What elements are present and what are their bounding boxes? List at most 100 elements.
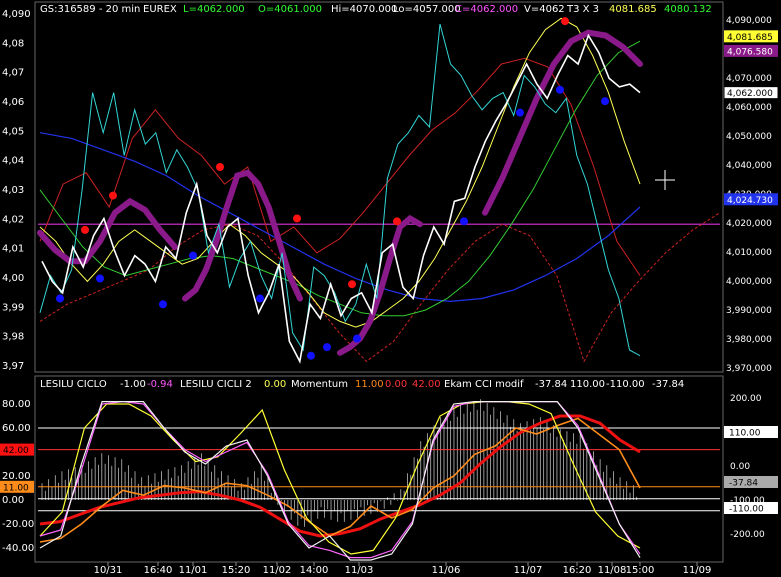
oscillator-y-right-tick: 200.00 bbox=[730, 394, 762, 404]
x-axis-label: 10/31 bbox=[94, 565, 123, 576]
open-label: O=4061.000 bbox=[258, 4, 322, 15]
price-y-right-tick: 4,070,000 bbox=[726, 74, 772, 84]
swing-low-dot bbox=[56, 294, 64, 303]
swing-high-dot bbox=[348, 280, 356, 289]
price-y-tick: 4,090 bbox=[2, 9, 31, 20]
swing-low-dot bbox=[159, 300, 167, 309]
price-y-right-tick: 4,060,000 bbox=[726, 103, 772, 113]
x-axis-label: 16:40 bbox=[144, 565, 173, 576]
price-y-tick: 4,02 bbox=[2, 214, 24, 225]
x-axis-label: 11/01 bbox=[179, 565, 208, 576]
cci-value-c: -110.00 bbox=[606, 379, 645, 390]
swing-high-dot bbox=[216, 162, 224, 171]
price-y-tick: 4,05 bbox=[2, 126, 24, 137]
price-y-tick: 4,08 bbox=[2, 38, 24, 49]
price-y-right-tick: 4,090,000 bbox=[726, 16, 772, 26]
swing-low-dot bbox=[96, 274, 104, 283]
x-axis-label: 11/07 bbox=[514, 565, 543, 576]
swing-low-dot bbox=[323, 343, 331, 352]
price-marker-label: 4,024.730 bbox=[727, 196, 773, 206]
swing-low-dot bbox=[556, 85, 564, 94]
volume-label: V=4062 bbox=[524, 4, 565, 15]
cci-value-a: -37.84 bbox=[535, 379, 567, 390]
price-y-tick: 4,00 bbox=[2, 273, 24, 284]
oscillator-y-tick: 60.00 bbox=[2, 423, 31, 434]
swing-high-dot bbox=[293, 214, 301, 223]
background bbox=[0, 0, 781, 577]
swing-low-dot bbox=[353, 334, 361, 343]
chart-canvas: GS:316589 - 20 min EUREX L=4062.000 O=40… bbox=[0, 0, 781, 577]
price-y-tick: 4,06 bbox=[2, 97, 24, 108]
momentum-value-a: 11.00 bbox=[355, 379, 384, 390]
swing-high-dot bbox=[81, 225, 89, 234]
momentum-value-c: 42.00 bbox=[412, 379, 441, 390]
price-y-tick: 4,04 bbox=[2, 156, 24, 167]
price-y-right-tick: 3,970,000 bbox=[726, 364, 772, 374]
price-y-right-tick: 3,980,000 bbox=[726, 335, 772, 345]
swing-high-dot bbox=[561, 17, 569, 26]
swing-high-dot bbox=[109, 191, 117, 200]
swing-low-dot bbox=[601, 97, 609, 106]
x-axis-label: 15:20 bbox=[222, 565, 251, 576]
oscillator-y-right-tick: 0.00 bbox=[730, 462, 750, 472]
price-y-right-tick: 4,050,000 bbox=[726, 132, 772, 142]
swing-low-dot bbox=[189, 251, 197, 260]
cci-label: Ekam CCI modif bbox=[444, 379, 524, 390]
price-y-right-tick: 4,040,000 bbox=[726, 161, 772, 171]
lesilu-cicli2-label: LESILU CICLI 2 bbox=[180, 379, 252, 390]
lesilu-cicli2-value: 0.00 bbox=[264, 379, 286, 390]
price-marker-label: 4,081.685 bbox=[727, 33, 773, 43]
momentum-value-b: 0.00 bbox=[385, 379, 407, 390]
oscillator-right-marker-label: -37.84 bbox=[729, 479, 758, 489]
lesilu-ciclo-value-a: -1.00 bbox=[120, 379, 146, 390]
price-y-right-tick: 3,990,000 bbox=[726, 306, 772, 316]
x-axis-label: 14:00 bbox=[300, 565, 329, 576]
cci-value-d: -37.84 bbox=[652, 379, 684, 390]
price-marker-label: 4,076.580 bbox=[727, 47, 773, 57]
price-y-right-tick: 4,010,000 bbox=[726, 248, 772, 258]
swing-low-dot bbox=[460, 217, 468, 226]
oscillator-y-tick: 20.00 bbox=[2, 471, 31, 482]
high-label: Hi=4070.000 bbox=[331, 4, 397, 15]
momentum-label: Momentum bbox=[291, 379, 348, 390]
price-y-tick: 4,01 bbox=[2, 244, 24, 255]
x-axis-label: 11/08 bbox=[598, 565, 627, 576]
oscillator-right-marker-label: 110.00 bbox=[729, 429, 761, 439]
x-axis-label: 11/03 bbox=[345, 565, 374, 576]
t3-value-2: 4080.132 bbox=[664, 4, 712, 15]
x-axis-label: 11/09 bbox=[683, 565, 712, 576]
oscillator-header: LESILU CICLO -1.00 -0.94 LESILU CICLI 2 … bbox=[40, 379, 684, 390]
oscillator-right-marker-label: -110.00 bbox=[729, 505, 764, 515]
x-axis-label: 16:20 bbox=[563, 565, 592, 576]
price-y-tick: 3,99 bbox=[2, 302, 24, 313]
oscillator-y-tick: -40.00 bbox=[2, 543, 34, 554]
oscillator-left-marker-label: 42.00 bbox=[3, 446, 29, 456]
price-y-tick: 4,03 bbox=[2, 185, 24, 196]
oscillator-y-right-tick: -200.00 bbox=[730, 530, 765, 540]
swing-low-dot bbox=[307, 351, 315, 360]
x-axis-label: 11/02 bbox=[263, 565, 292, 576]
oscillator-left-marker-label: 11.00 bbox=[3, 483, 29, 493]
oscillator-y-tick: 80.00 bbox=[2, 399, 31, 410]
price-y-right-tick: 4,000,000 bbox=[726, 277, 772, 287]
oscillator-y-tick: -20.00 bbox=[2, 519, 34, 530]
oscillator-y-tick: 0.00 bbox=[2, 495, 24, 506]
t3-label: T3 X 3 bbox=[566, 4, 599, 15]
exchange-label: EUREX bbox=[143, 4, 177, 15]
price-y-tick: 3,97 bbox=[2, 361, 24, 372]
swing-low-dot bbox=[256, 294, 264, 303]
low-label: Lo=4057.000 bbox=[393, 4, 461, 15]
lesilu-ciclo-label: LESILU CICLO bbox=[40, 379, 107, 390]
x-axis-label: 15:00 bbox=[626, 565, 655, 576]
last-label: L=4062.000 bbox=[183, 4, 245, 15]
x-axis-label: 11/06 bbox=[432, 565, 461, 576]
cci-value-b: 110.00 bbox=[570, 379, 605, 390]
close-label: C=4062.000 bbox=[455, 4, 518, 15]
swing-low-dot bbox=[516, 108, 524, 117]
price-marker-label: 4,062.000 bbox=[727, 89, 773, 99]
price-y-tick: 3,98 bbox=[2, 332, 24, 343]
t3-value-1: 4081.685 bbox=[609, 4, 657, 15]
symbol-label: GS:316589 - 20 min bbox=[40, 4, 140, 15]
price-y-right-tick: 4,020,000 bbox=[726, 219, 772, 229]
price-y-tick: 4,07 bbox=[2, 68, 24, 79]
